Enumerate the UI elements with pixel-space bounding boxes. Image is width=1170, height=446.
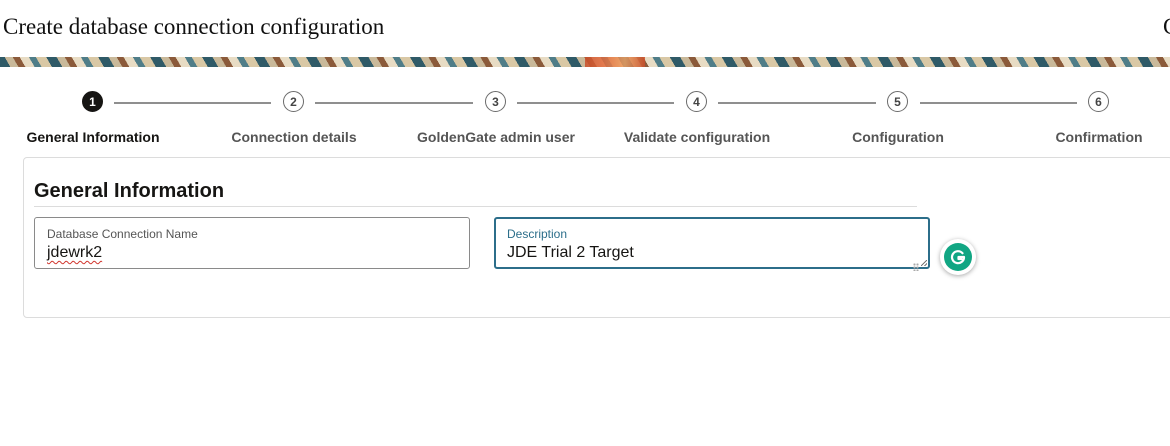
step-connector <box>315 102 473 104</box>
step-2-label[interactable]: Connection details <box>194 129 394 145</box>
description-textarea[interactable]: JDE Trial 2 Target <box>507 244 634 262</box>
grammarly-icon[interactable] <box>940 239 976 275</box>
step-4-label[interactable]: Validate configuration <box>597 129 797 145</box>
connection-name-label: Database Connection Name <box>47 227 198 241</box>
grammarly-g-icon <box>950 250 966 265</box>
step-1-indicator[interactable]: 1 <box>82 91 103 112</box>
step-2-indicator[interactable]: 2 <box>283 91 304 112</box>
step-connector <box>517 102 674 104</box>
textarea-resize-handle[interactable] <box>921 260 927 266</box>
step-connector <box>920 102 1077 104</box>
page-title-overflow: C <box>1163 14 1170 42</box>
page-title: Create database connection configuration <box>3 14 385 39</box>
step-3-indicator[interactable]: 3 <box>485 91 506 112</box>
step-connector <box>718 102 876 104</box>
description-label: Description <box>507 227 568 241</box>
step-6-indicator[interactable]: 6 <box>1088 91 1109 112</box>
connection-name-input[interactable]: jdewrk2 <box>47 244 102 262</box>
step-connector <box>114 102 271 104</box>
description-field[interactable]: Description JDE Trial 2 Target <box>494 217 930 269</box>
drag-grip-icon[interactable] <box>913 263 919 271</box>
step-5-label[interactable]: Configuration <box>798 129 998 145</box>
section-title: General Information <box>34 180 225 202</box>
decorative-banner-accent <box>585 57 645 67</box>
step-3-label[interactable]: GoldenGate admin user <box>396 129 596 145</box>
section-divider <box>34 206 917 207</box>
step-1-label[interactable]: General Information <box>0 129 193 145</box>
step-4-indicator[interactable]: 4 <box>686 91 707 112</box>
step-6-label[interactable]: Confirmation <box>999 129 1170 145</box>
connection-name-field[interactable]: Database Connection Name jdewrk2 <box>34 217 470 269</box>
step-5-indicator[interactable]: 5 <box>887 91 908 112</box>
